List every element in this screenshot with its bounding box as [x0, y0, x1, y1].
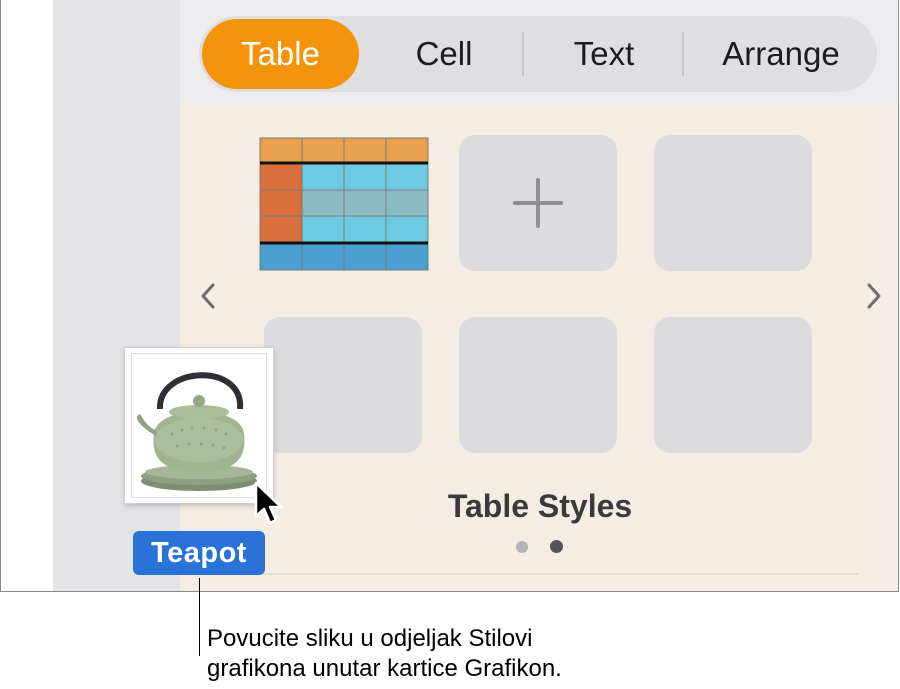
page-dot-active[interactable] — [550, 540, 563, 553]
arrow-cursor-icon — [254, 481, 283, 525]
chevron-left-icon[interactable] — [194, 280, 222, 312]
tab-cell[interactable]: Cell — [369, 16, 519, 92]
empty-style-slot[interactable] — [264, 317, 422, 453]
callout-line-2: grafikona unutar kartice Grafikon. — [207, 655, 562, 682]
table-style-thumbnail[interactable] — [258, 136, 430, 272]
callout-text: Povucite sliku u odjeljak Stilovi grafik… — [207, 624, 767, 684]
add-style-button[interactable] — [459, 135, 617, 271]
callout-line-1: Povucite sliku u odjeljak Stilovi — [207, 625, 533, 652]
tab-separator — [522, 32, 524, 76]
tab-arrange[interactable]: Arrange — [687, 16, 875, 92]
tab-text[interactable]: Text — [529, 16, 679, 92]
dragged-image[interactable] — [125, 348, 273, 503]
page-dot[interactable] — [516, 541, 528, 553]
section-title: Table Styles — [447, 488, 633, 524]
teapot-photo — [131, 353, 267, 498]
chevron-right-icon[interactable] — [860, 280, 888, 312]
format-tab-bar: Table Cell Text Arrange — [199, 16, 877, 92]
empty-style-slot[interactable] — [654, 317, 812, 453]
tab-separator — [682, 32, 684, 76]
tab-table[interactable]: Table — [202, 19, 359, 89]
callout-line — [199, 578, 200, 656]
drag-label: Teapot — [133, 531, 265, 575]
plus-icon — [513, 178, 563, 228]
empty-style-slot[interactable] — [459, 317, 617, 453]
divider — [262, 573, 858, 575]
empty-style-slot[interactable] — [654, 135, 812, 271]
